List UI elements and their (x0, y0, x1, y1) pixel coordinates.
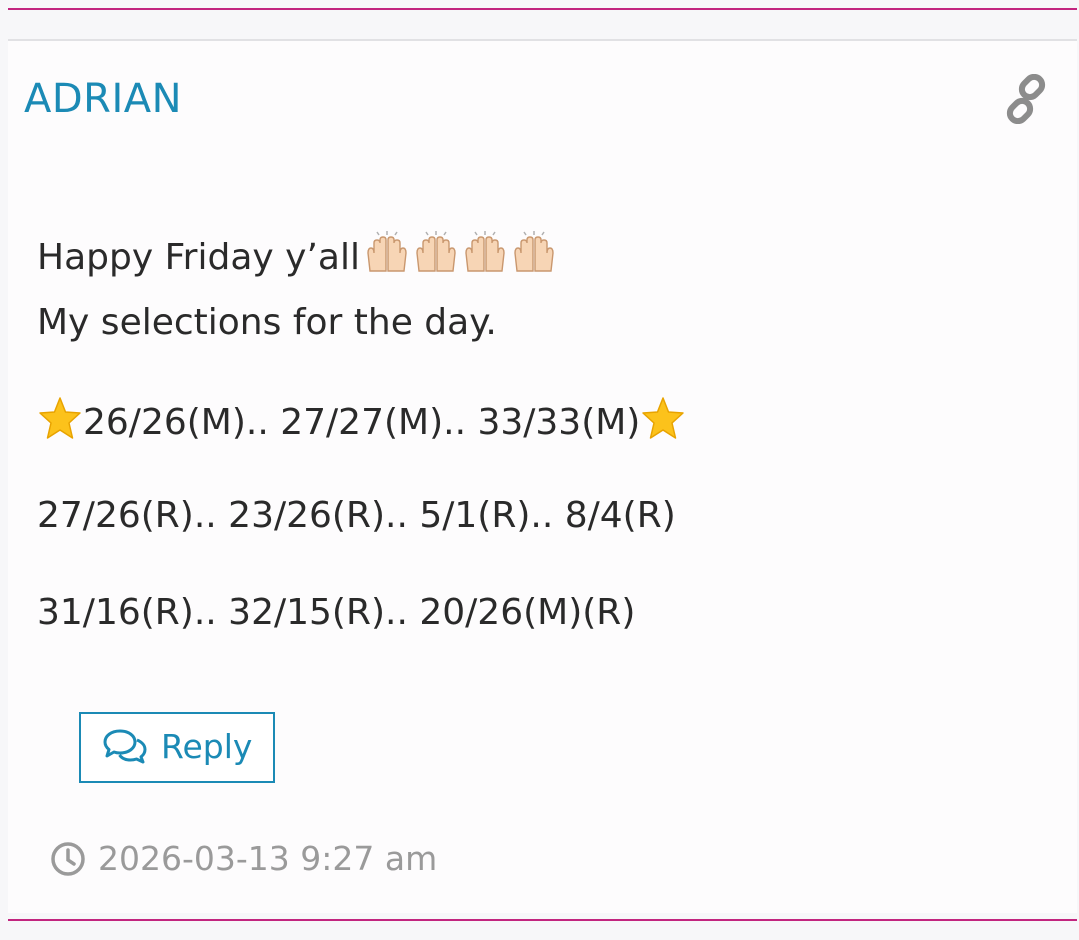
timestamp-text[interactable]: 2026-03-13 9:27 am (98, 834, 437, 884)
comment-line-featured: 26/26(M).. 27/27(M).. 33/33(M) (37, 396, 686, 453)
comment-line-selections-1: 27/26(R).. 23/26(R).. 5/1(R).. 8/4(R) (37, 495, 676, 536)
reply-label: Reply (161, 727, 253, 766)
star-emoji (37, 396, 83, 453)
star-emoji (640, 396, 686, 453)
comment-author[interactable]: ADRIAN (24, 71, 182, 127)
comment-line-selections-2: 31/16(R).. 32/15(R).. 20/26(M)(R) (37, 592, 636, 633)
comment-card: ADRIAN Happy Friday y’all My selections … (8, 39, 1077, 913)
link-icon[interactable] (1001, 74, 1051, 124)
comment-page: ADRIAN Happy Friday y’all My selections … (0, 0, 1079, 940)
top-divider (8, 8, 1077, 10)
comment-line-intro: My selections for the day. (37, 302, 497, 343)
clock-icon (51, 842, 85, 876)
raising-hands-emoji (364, 230, 560, 286)
bottom-divider (8, 919, 1077, 921)
comment-line-greeting: Happy Friday y’all (37, 230, 560, 286)
speech-bubbles-icon (103, 729, 147, 764)
reply-button[interactable]: Reply (79, 712, 275, 783)
